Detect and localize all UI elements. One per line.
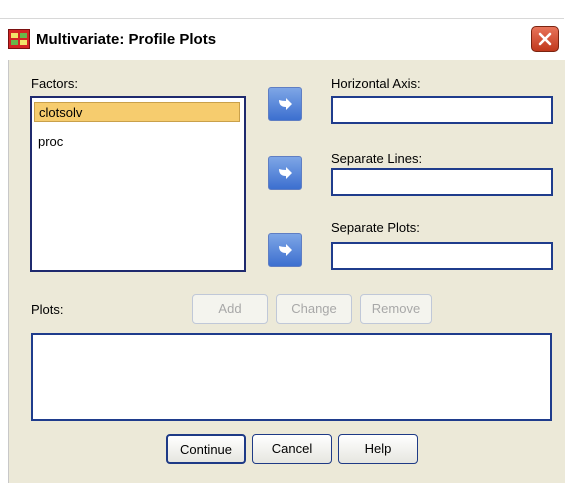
arrow-right-icon [279,244,292,256]
help-button[interactable]: Help [338,434,418,464]
profile-plots-dialog: Multivariate: Profile Plots Factors: clo… [0,0,566,483]
cancel-button[interactable]: Cancel [252,434,332,464]
horizontal-axis-field[interactable] [331,96,553,124]
factors-listbox[interactable]: clotsolv proc [30,96,246,272]
plots-label: Plots: [31,302,64,317]
separate-plots-label: Separate Plots: [331,220,420,235]
factors-label: Factors: [31,76,78,91]
factor-item-proc[interactable]: proc [34,132,240,152]
remove-button[interactable]: Remove [360,294,432,324]
close-button[interactable] [531,26,559,52]
move-to-horizontal-axis-button[interactable] [268,87,302,121]
continue-button[interactable]: Continue [166,434,246,464]
horizontal-axis-label: Horizontal Axis: [331,76,421,91]
title-bar: Multivariate: Profile Plots [0,18,564,61]
plots-list[interactable] [31,333,552,421]
arrow-right-icon [279,167,292,179]
factor-item-clotsolv[interactable]: clotsolv [34,102,240,122]
spss-app-icon [8,29,30,49]
move-to-separate-plots-button[interactable] [268,233,302,267]
separate-lines-field[interactable] [331,168,553,196]
close-icon [538,32,552,46]
separate-lines-label: Separate Lines: [331,151,423,166]
window-title: Multivariate: Profile Plots [36,31,217,48]
add-button[interactable]: Add [192,294,268,324]
arrow-right-icon [279,98,292,110]
move-to-separate-lines-button[interactable] [268,156,302,190]
separate-plots-field[interactable] [331,242,553,270]
change-button[interactable]: Change [276,294,352,324]
